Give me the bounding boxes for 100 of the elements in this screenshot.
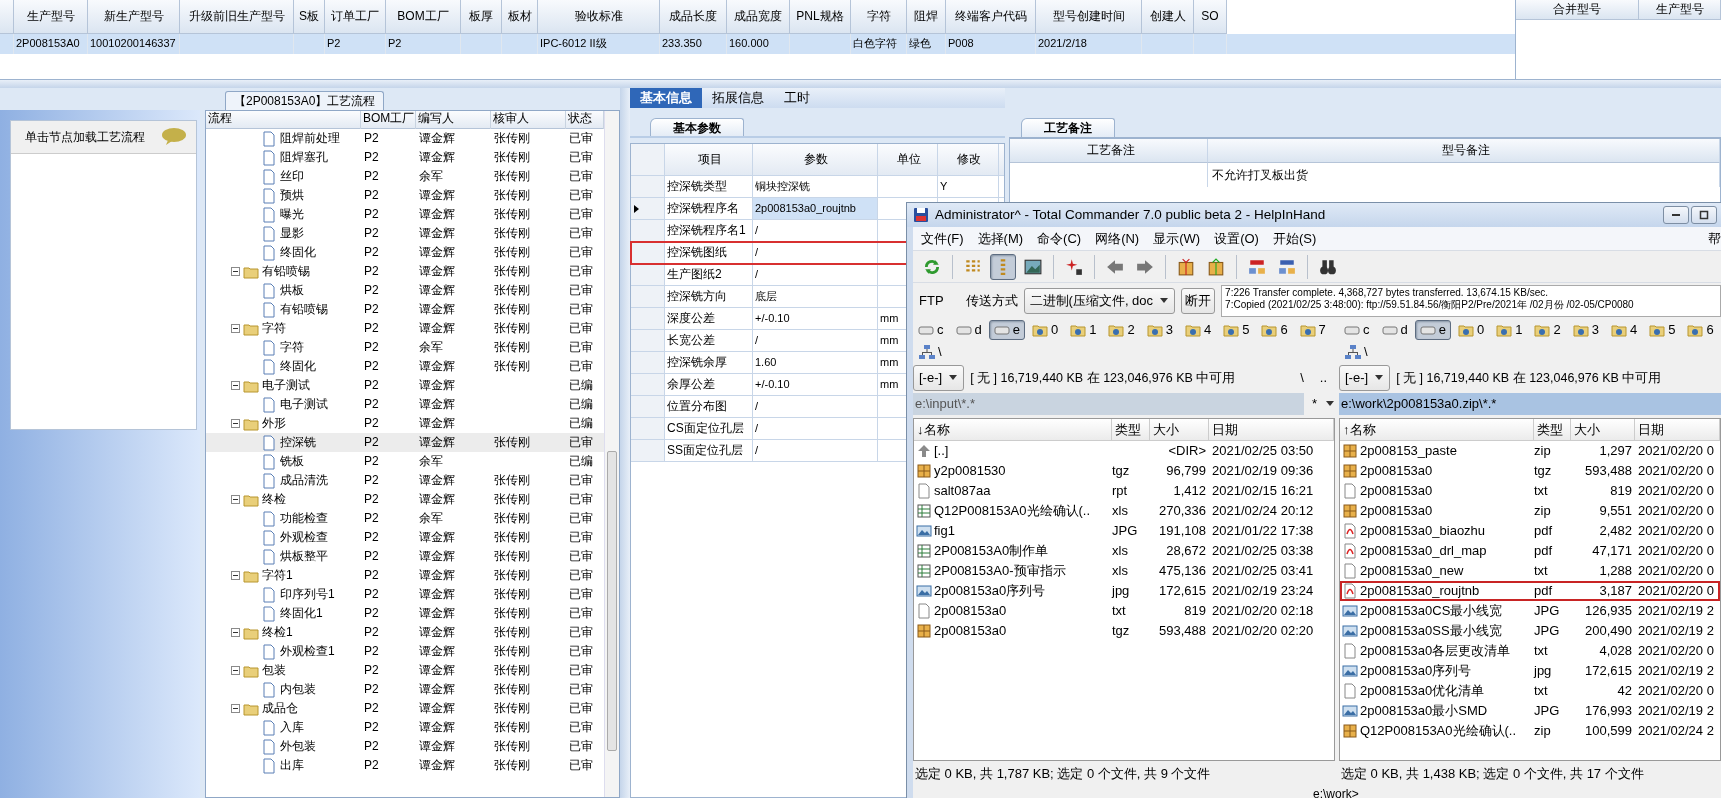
expand-toggle[interactable] <box>231 495 240 504</box>
file-row[interactable]: 2p008153a0 tgz 593,488 2021/02/20 0 <box>1340 461 1720 481</box>
column-header[interactable]: 字符 <box>851 0 907 34</box>
menu-item[interactable]: 网络(N) <box>1095 230 1140 247</box>
column-header[interactable]: 编写人 <box>416 111 491 129</box>
row-header[interactable] <box>631 198 665 219</box>
file-row[interactable]: 2p008153a0CS最小线宽 JPG 126,935 2021/02/19 2 <box>1340 601 1720 621</box>
tree-row[interactable]: 终固化1 P2 谭金辉 张传刚 已审 <box>206 604 604 623</box>
column-header[interactable]: ↓名称 <box>914 419 1112 441</box>
expand-toggle[interactable] <box>231 419 240 428</box>
filter-text[interactable]: * <box>1303 396 1325 412</box>
file-row[interactable]: 2P008153A0-预审指示 xls 475,136 2021/02/25 03:41 <box>914 561 1334 581</box>
column-header[interactable]: 成品长度 <box>660 0 727 34</box>
drive-button[interactable]: d <box>1376 320 1413 340</box>
column-header[interactable]: 型号备注 <box>1208 139 1720 163</box>
expand-toggle[interactable] <box>231 267 240 276</box>
tree-row[interactable]: 控深铣 P2 谭金辉 张传刚 已审 <box>206 433 604 452</box>
file-row[interactable]: Q12P008153A0光绘确认(.. zip 100,599 2021/02/24 2 <box>1340 721 1720 741</box>
file-row[interactable]: 2p008153a0各层更改清单 txt 4,028 2021/02/20 0 <box>1340 641 1720 661</box>
expand-toggle[interactable] <box>231 571 240 580</box>
tree-row[interactable]: 烘板 P2 谭金辉 张传刚 已审 <box>206 281 604 300</box>
tree-row[interactable]: 功能检查 P2 余军 张传刚 已审 <box>206 509 604 528</box>
drive-button[interactable]: 1 <box>1065 320 1102 340</box>
column-header[interactable]: 单位 <box>878 144 938 175</box>
column-header[interactable]: 流程 <box>206 111 361 129</box>
grid-row[interactable]: 2P008153A0 10010200146337 P2 P2 IPC-6012 II级 233.350 160.000 白色字符 绿色 P008 2021/2/18 <box>0 34 1515 54</box>
drive-button[interactable]: 6 <box>1256 320 1293 340</box>
column-header[interactable]: 日期 <box>1209 419 1334 441</box>
disconnect-button[interactable]: 断开 <box>1181 288 1216 314</box>
column-header[interactable]: 生产型号 <box>1639 0 1721 20</box>
nav-link[interactable]: .. <box>1319 370 1327 386</box>
column-header[interactable]: BOM工厂 <box>361 111 416 129</box>
hint-header[interactable]: 单击节点加载工艺流程 <box>11 121 196 154</box>
expand-toggle[interactable] <box>231 324 240 333</box>
file-row[interactable]: 2p008153a0SS最小线宽 JPG 200,490 2021/02/19 2 <box>1340 621 1720 641</box>
tree-row[interactable]: 电子测试 P2 谭金辉 已编 <box>206 395 604 414</box>
tree-row[interactable]: 电子测试 P2 谭金辉 已编 <box>206 376 604 395</box>
drive-button[interactable]: 5 <box>1218 320 1255 340</box>
column-header[interactable]: 升级前旧生产型号 <box>180 0 294 34</box>
tree-row[interactable]: 显影 P2 谭金辉 张传刚 已审 <box>206 224 604 243</box>
tree-row[interactable]: 外观检查 P2 谭金辉 张传刚 已审 <box>206 528 604 547</box>
column-header[interactable]: 类型 <box>1112 419 1150 441</box>
tree-row[interactable]: 外形 P2 谭金辉 已编 <box>206 414 604 433</box>
maximize-button[interactable] <box>1691 206 1717 224</box>
column-header[interactable]: 大小 <box>1571 419 1635 441</box>
tree-row[interactable]: 铣板 P2 余军 已编 <box>206 452 604 471</box>
menu-item[interactable]: 设置(O) <box>1214 230 1259 247</box>
column-header[interactable]: 项目 <box>665 144 753 175</box>
menu-item[interactable]: 帮 <box>1708 230 1721 247</box>
minimize-button[interactable] <box>1663 206 1689 224</box>
file-row[interactable]: 2p008153_paste zip 1,297 2021/02/20 0 <box>1340 441 1720 461</box>
column-header[interactable]: 订单工厂 <box>325 0 386 34</box>
path-field[interactable]: e:\input\*.* <box>913 393 1304 415</box>
tree-row[interactable]: 字符 P2 谭金辉 张传刚 已审 <box>206 319 604 338</box>
transfer-mode-dropdown[interactable]: 二进制(压缩文件, doc <box>1023 288 1176 314</box>
column-header[interactable]: PNL规格 <box>790 0 851 34</box>
column-header[interactable]: 创建人 <box>1142 0 1194 34</box>
tab[interactable]: 基本信息 <box>630 88 702 108</box>
tab[interactable]: 工艺备注 <box>1021 118 1115 137</box>
column-header[interactable]: 验收标准 <box>538 0 660 34</box>
tree-row[interactable]: 出库 P2 谭金辉 张传刚 已审 <box>206 756 604 775</box>
column-header[interactable]: ↑名称 <box>1340 419 1534 441</box>
drive-button[interactable]: 4 <box>1179 320 1217 340</box>
file-row[interactable]: 2p008153a0优化清单 txt 42 2021/02/20 0 <box>1340 681 1720 701</box>
detailed-view-button[interactable] <box>990 253 1016 280</box>
drive-button[interactable]: 3 <box>1567 320 1604 340</box>
file-row[interactable]: y2p0081530 tgz 96,799 2021/02/19 09:36 <box>914 461 1334 481</box>
expand-toggle[interactable] <box>231 666 240 675</box>
tree-row[interactable]: 烘板整平 P2 谭金辉 张传刚 已审 <box>206 547 604 566</box>
tree-row[interactable]: 终检 P2 谭金辉 张传刚 已审 <box>206 490 604 509</box>
tree-row[interactable]: 外包装 P2 谭金辉 张传刚 已审 <box>206 737 604 756</box>
drive-button[interactable]: 2 <box>1529 320 1566 340</box>
drive-button[interactable]: 5 <box>1644 320 1681 340</box>
file-row[interactable]: 2p008153a0_drl_map pdf 47,171 2021/02/20 0 <box>1340 541 1720 561</box>
column-header[interactable]: S板 <box>294 0 325 34</box>
file-row[interactable]: 2p008153a0 txt 819 2021/02/20 02:18 <box>914 601 1334 621</box>
file-row[interactable]: 2p008153a0 zip 9,551 2021/02/20 0 <box>1340 501 1720 521</box>
column-header[interactable]: 大小 <box>1150 419 1209 441</box>
tab[interactable]: 基本参数 <box>650 118 744 136</box>
tree-row[interactable]: 预烘 P2 谭金辉 张传刚 已审 <box>206 186 604 205</box>
file-row[interactable]: 2p008153a0 txt 819 2021/02/20 0 <box>1340 481 1720 501</box>
tree-row[interactable]: 终固化 P2 谭金辉 张传刚 已审 <box>206 243 604 262</box>
menu-item[interactable]: 命令(C) <box>1037 230 1082 247</box>
drive-button[interactable]: 0 <box>1026 320 1064 340</box>
column-header[interactable]: 类型 <box>1534 419 1571 441</box>
column-header[interactable]: SO <box>1194 0 1227 34</box>
column-header[interactable]: 型号创建时间 <box>1036 0 1142 34</box>
tree-row[interactable]: 内包装 P2 谭金辉 张传刚 已审 <box>206 680 604 699</box>
drive-button[interactable]: e <box>1414 320 1451 340</box>
drive-button[interactable]: 0 <box>1452 320 1490 340</box>
tree-row[interactable]: 阻焊塞孔 P2 谭金辉 张传刚 已审 <box>206 148 604 167</box>
tree-row[interactable]: 包装 P2 谭金辉 张传刚 已审 <box>206 661 604 680</box>
file-row[interactable]: salt087aa rpt 1,412 2021/02/15 16:21 <box>914 481 1334 501</box>
column-header[interactable]: 新生产型号 <box>88 0 180 34</box>
tree-row[interactable]: 字符 P2 余军 张传刚 已审 <box>206 338 604 357</box>
tree-row[interactable]: 印序列号1 P2 谭金辉 张传刚 已审 <box>206 585 604 604</box>
file-row[interactable]: 2p008153a0最小SMD JPG 176,993 2021/02/19 2 <box>1340 701 1720 721</box>
file-row[interactable]: 2p008153a0 tgz 593,488 2021/02/20 02:20 <box>914 621 1334 641</box>
tree-row[interactable]: 曝光 P2 谭金辉 张传刚 已审 <box>206 205 604 224</box>
tree-row[interactable]: 有铅喷锡 P2 谭金辉 张传刚 已审 <box>206 262 604 281</box>
